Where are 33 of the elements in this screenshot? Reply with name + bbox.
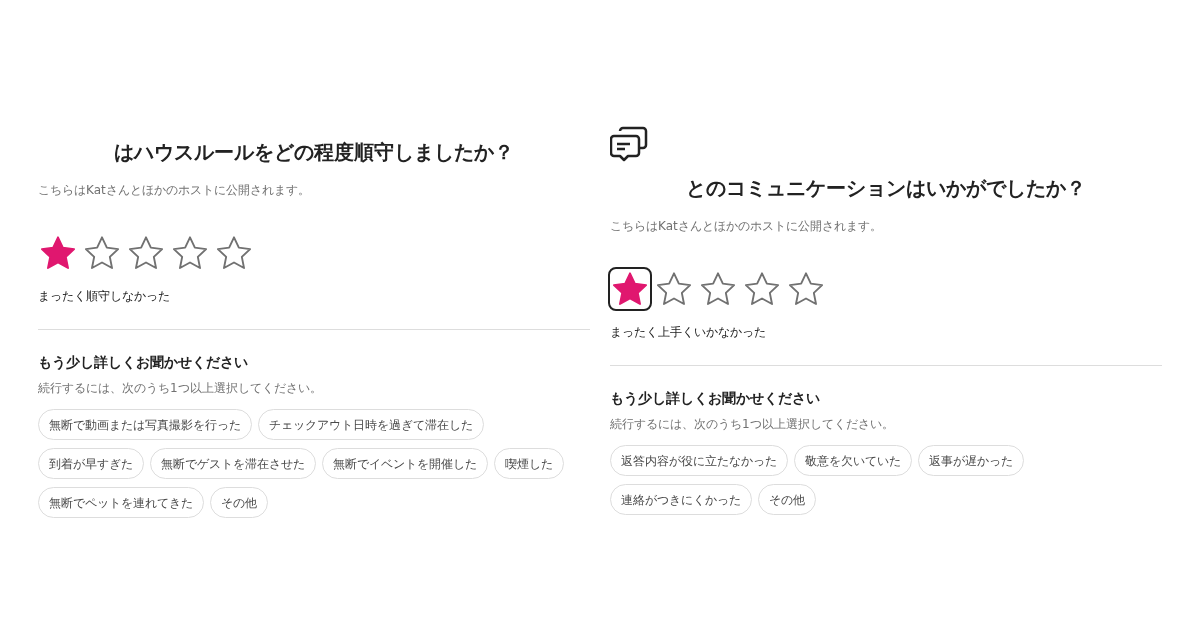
details-hint: 続行するには、次のうち1つ以上選択してください。 [38, 380, 323, 397]
star-icon [655, 271, 693, 307]
rating-label: まったく順守しなかった [38, 288, 171, 305]
star-icon [39, 235, 77, 271]
star-icon [699, 271, 737, 307]
option-chip[interactable]: 敬意を欠いていた [794, 445, 912, 476]
question-title: はハウスルールをどの程度順守しましたか？ [113, 139, 515, 166]
details-title: もう少し詳しくお聞かせください [610, 389, 821, 408]
option-chip[interactable]: 到着が早すぎた [38, 448, 144, 479]
star-icon [215, 235, 253, 271]
question-title: とのコミュニケーションはいかがでしたか？ [685, 175, 1087, 202]
details-hint: 続行するには、次のうち1つ以上選択してください。 [610, 416, 895, 433]
details-title: もう少し詳しくお聞かせください [38, 353, 249, 372]
option-chip[interactable]: 無断で動画または写真撮影を行った [38, 409, 252, 440]
star-icon [787, 271, 825, 307]
visibility-note: こちらはKatさんとほかのホストに公開されます。 [38, 182, 311, 199]
rating-label: まったく上手くいかなかった [610, 324, 767, 341]
option-chip[interactable]: 無断でイベントを開催した [322, 448, 488, 479]
star-icon [83, 235, 121, 271]
star-icon [611, 271, 649, 307]
option-chip[interactable]: その他 [210, 487, 268, 518]
star-icon [743, 271, 781, 307]
star-icon [127, 235, 165, 271]
option-chip[interactable]: その他 [758, 484, 816, 515]
option-chip[interactable]: 無断でペットを連れてきた [38, 487, 204, 518]
visibility-note: こちらはKatさんとほかのホストに公開されます。 [610, 218, 883, 235]
option-chip[interactable]: チェックアウト日時を過ぎて滞在した [258, 409, 484, 440]
option-chip[interactable]: 無断でゲストを滞在させた [150, 448, 316, 479]
star-icon [171, 235, 209, 271]
option-chip[interactable]: 返事が遅かった [918, 445, 1024, 476]
option-chip[interactable]: 返答内容が役に立たなかった [610, 445, 788, 476]
option-chip[interactable]: 喫煙した [494, 448, 564, 479]
option-chip[interactable]: 連絡がつきにくかった [610, 484, 752, 515]
